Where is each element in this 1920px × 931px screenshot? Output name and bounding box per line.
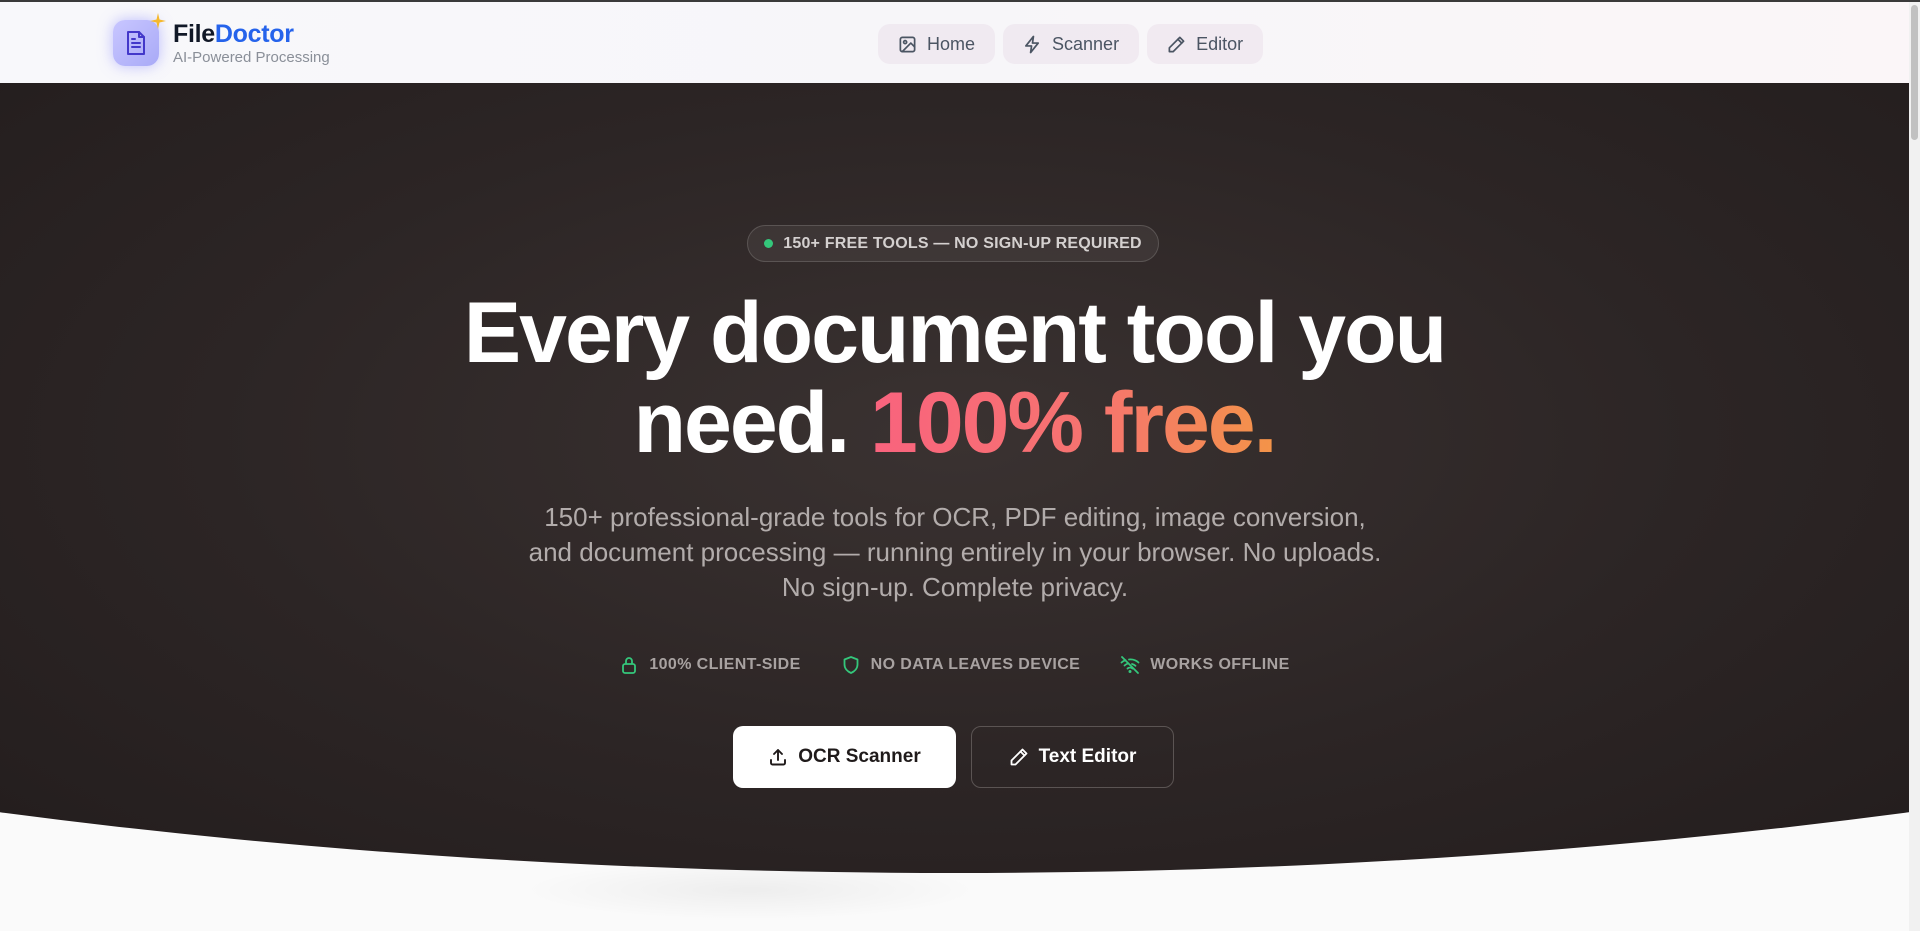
pencil-icon [1168,36,1185,52]
nav-item-label: Home [927,33,976,54]
document-logo-icon [113,13,166,66]
scrollbar-thumb[interactable] [1911,5,1918,140]
feature-label: WORKS OFFLINE [1150,656,1290,673]
free-tools-badge: 150+ FREE TOOLS — NO SIGN-UP REQUIRED [747,225,1159,262]
feature-offline: WORKS OFFLINE [1120,655,1289,675]
nav-item-scanner[interactable]: Scanner [1003,24,1140,64]
lock-icon [622,657,637,674]
nav-item-label: Scanner [1052,33,1120,54]
main-nav: Home Scanner Editor [878,24,1264,64]
headline-gradient: 100% free. [870,375,1278,471]
brand-tagline: AI-Powered Processing [173,48,330,66]
shield-icon [843,656,859,674]
section-shadow [520,860,980,920]
wifi-off-icon [1120,656,1140,674]
top-header: FileDoctor AI-Powered Processing Home Sc… [0,2,1909,83]
headline-line-2: need. 100% free. [0,378,1909,468]
feature-label: 100% CLIENT-SIDE [649,656,801,673]
ocr-scanner-button[interactable]: OCR Scanner [733,726,956,788]
page-scrollbar[interactable] [1909,2,1920,931]
status-dot-icon [764,239,774,248]
lightning-icon [1025,35,1040,53]
pencil-icon [1010,748,1027,766]
feature-label: NO DATA LEAVES DEVICE [870,656,1081,673]
hero-subtext: 150+ professional-grade tools for OCR, P… [528,502,1382,602]
brand-logo[interactable]: FileDoctor AI-Powered Processing [113,13,330,66]
button-label: OCR Scanner [798,746,921,767]
badge-text: 150+ FREE TOOLS — NO SIGN-UP REQUIRED [783,234,1142,252]
upload-icon [770,749,787,766]
headline-plain: need. [633,375,850,471]
nav-item-editor[interactable]: Editor [1147,24,1264,64]
brand-name: FileDoctor [173,19,294,48]
feature-no-data: NO DATA LEAVES DEVICE [841,655,1081,675]
hero-headline: Every document tool you need. 100% free. [0,288,1909,468]
button-label: Text Editor [1038,746,1137,767]
image-icon [899,36,916,52]
nav-item-label: Editor [1196,33,1244,54]
text-editor-button[interactable]: Text Editor [971,726,1174,788]
sparkle-icon [150,13,166,29]
feature-client-side: 100% CLIENT-SIDE [619,655,800,675]
nav-item-home[interactable]: Home [878,24,996,64]
feature-list: 100% CLIENT-SIDE NO DATA LEAVES DEVICE W… [0,655,1909,675]
headline-line-1: Every document tool you [463,285,1447,381]
